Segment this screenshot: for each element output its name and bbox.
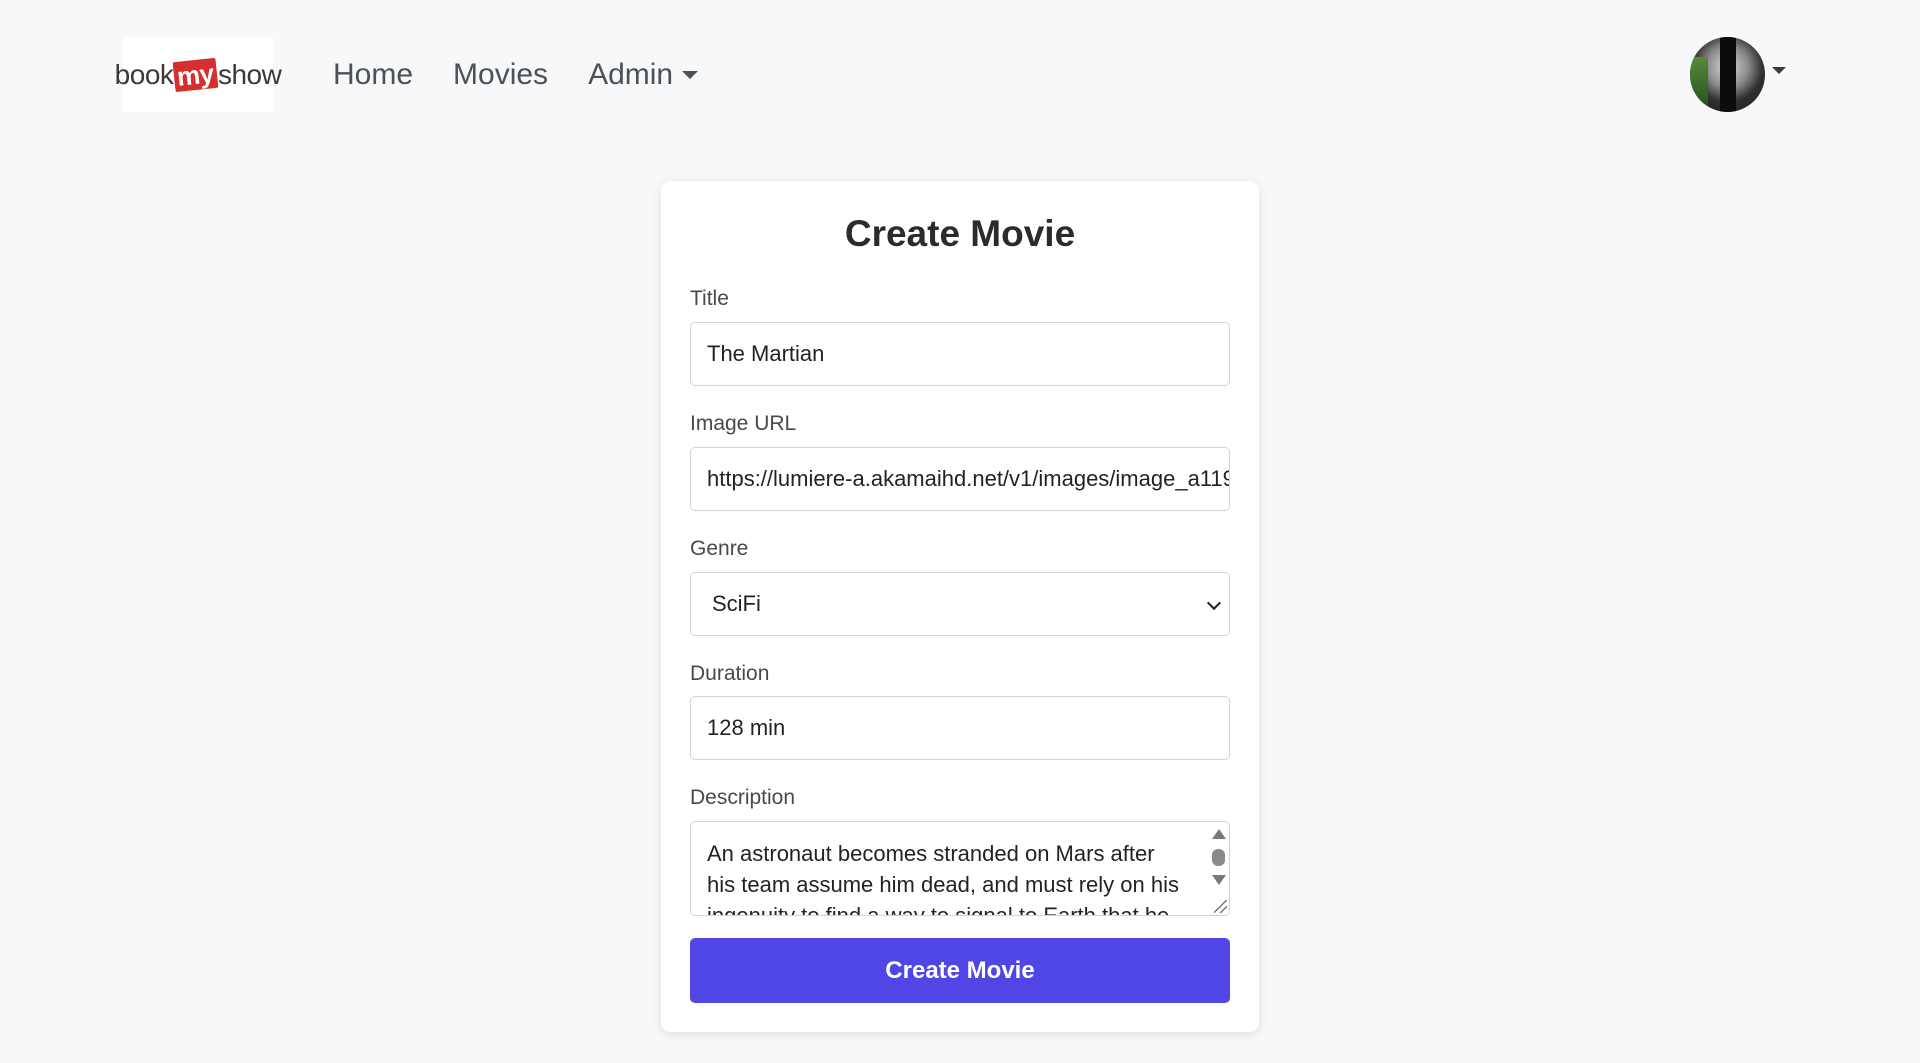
scrollbar-thumb[interactable] <box>1212 849 1225 866</box>
nav-link-movies-label: Movies <box>453 58 549 91</box>
description-label: Description <box>690 786 796 809</box>
scroll-down-arrow-icon[interactable] <box>1212 875 1226 885</box>
nav-link-home[interactable]: Home <box>333 57 413 93</box>
create-movie-button[interactable]: Create Movie <box>690 938 1230 1003</box>
genre-select-value: SciFi <box>712 591 761 616</box>
navbar: book my show Home Movies Admin <box>0 0 1920 150</box>
title-label: Title <box>690 287 729 310</box>
title-input[interactable]: The Martian <box>690 322 1230 386</box>
create-movie-card: Create Movie Title The Martian Image URL… <box>661 181 1259 1032</box>
duration-label: Duration <box>690 662 770 685</box>
duration-input-value: 128 min <box>707 715 786 740</box>
nav-link-movies[interactable]: Movies <box>453 57 548 93</box>
description-textarea[interactable]: An astronaut becomes stranded on Mars af… <box>690 821 1230 916</box>
bookmyshow-logo[interactable]: book my show <box>115 37 282 112</box>
nav-dropdown-admin-label: Admin <box>588 58 674 91</box>
title-input-value: The Martian <box>707 341 825 366</box>
image-url-input-value: https://lumiere-a.akamaihd.net/v1/images… <box>707 466 1230 491</box>
page-title: Create Movie <box>844 213 1076 254</box>
genre-select[interactable]: SciFi <box>690 572 1230 636</box>
resize-handle-icon[interactable] <box>1214 900 1227 913</box>
logo-text-my: my <box>172 57 219 92</box>
image-url-input[interactable]: https://lumiere-a.akamaihd.net/v1/images… <box>690 447 1230 511</box>
logo-text-show: show <box>217 58 282 90</box>
nav-links: Home Movies Admin <box>333 57 738 93</box>
chevron-down-icon <box>1206 595 1222 611</box>
user-avatar[interactable] <box>1690 37 1765 112</box>
scroll-up-arrow-icon[interactable] <box>1212 829 1226 839</box>
genre-label: Genre <box>690 537 749 560</box>
nav-dropdown-admin[interactable]: Admin <box>588 57 699 93</box>
nav-link-home-label: Home <box>333 58 414 91</box>
logo-text-book: book <box>114 58 174 90</box>
duration-input[interactable]: 128 min <box>690 696 1230 760</box>
image-url-label: Image URL <box>690 412 797 435</box>
caret-down-icon <box>1772 67 1786 74</box>
user-menu-toggle[interactable] <box>1690 37 1786 112</box>
caret-down-icon <box>682 71 699 79</box>
description-textarea-value: An astronaut becomes stranded on Mars af… <box>707 841 1180 916</box>
